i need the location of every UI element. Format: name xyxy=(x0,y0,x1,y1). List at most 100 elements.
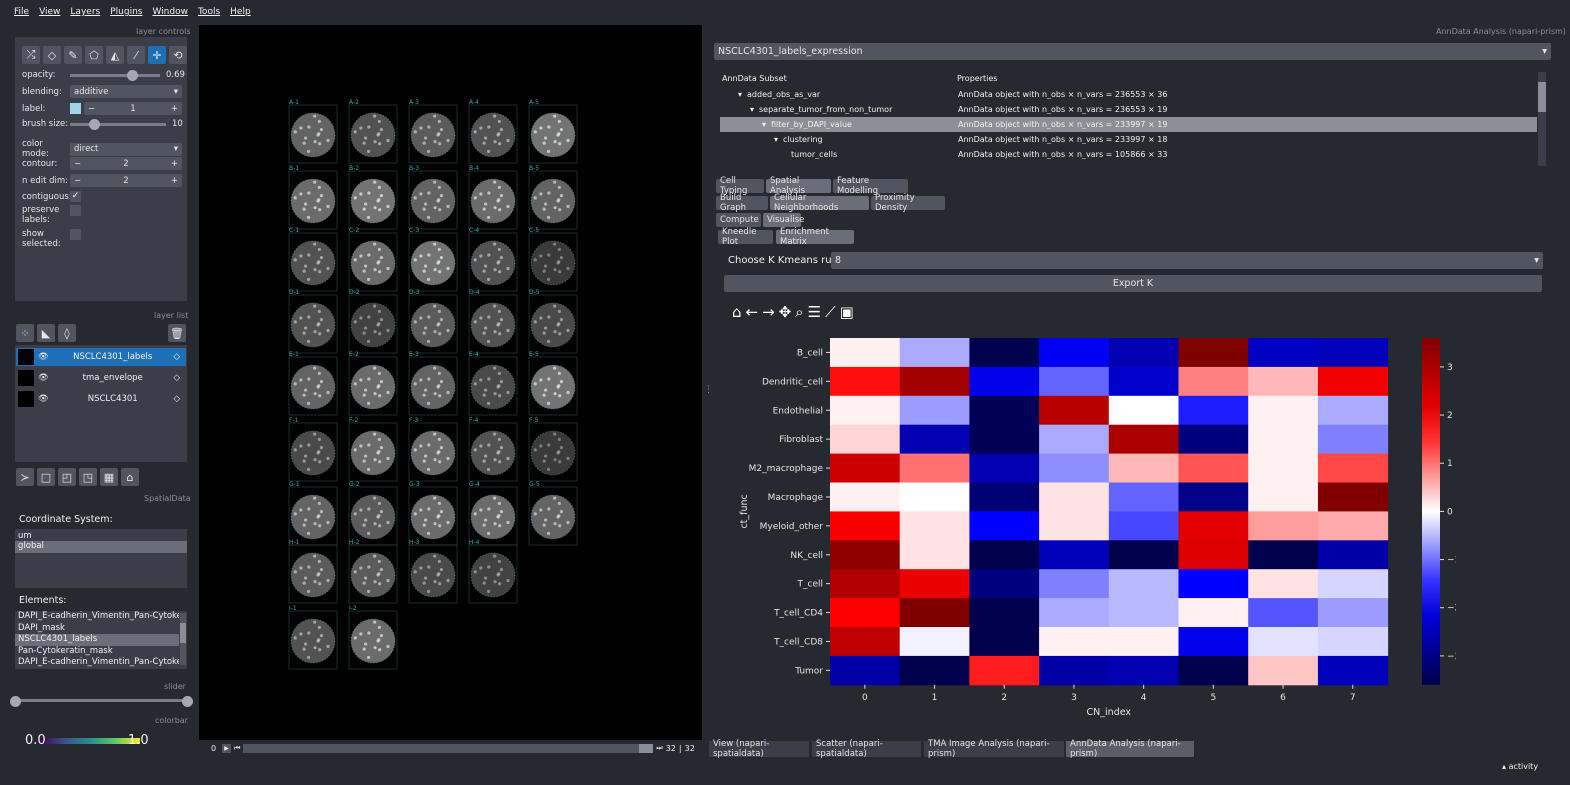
tissue-core[interactable]: A-4 xyxy=(468,99,518,164)
edit-axis-icon[interactable]: ⟋ xyxy=(825,303,836,321)
element-item[interactable]: DAPI_E-cadherin_Vimentin_Pan-Cytokerati xyxy=(15,657,179,669)
play-icon[interactable]: ▶ xyxy=(222,743,232,753)
opacity-slider[interactable] xyxy=(70,69,160,81)
back-icon[interactable]: ← xyxy=(746,303,759,321)
tab-item[interactable]: Spatial Analysis xyxy=(766,176,831,196)
menu-window[interactable]: Window xyxy=(152,7,188,17)
shuffle-colors-icon[interactable]: ⤮ xyxy=(22,46,40,64)
tissue-core[interactable]: F-3 xyxy=(408,417,458,482)
zoom-icon[interactable]: ⌕ xyxy=(795,303,803,321)
viewer-canvas[interactable]: A-1 A-2 A-3 A-4 A-5 B-1 B-2 B-3 B-4 B-5 C-1 C-2 C-3 C… xyxy=(199,25,702,740)
eye-icon[interactable]: 👁 xyxy=(38,394,52,404)
plus-icon[interactable]: + xyxy=(171,159,178,169)
bottom-dock-tab[interactable]: AnnData Analysis (napari-prism) xyxy=(1066,739,1194,759)
tree-row[interactable]: ▾ filter_by_DAPI_value AnnData object wit… xyxy=(720,117,1537,132)
tissue-core[interactable]: H-1 xyxy=(288,539,338,604)
slider-handle-right[interactable] xyxy=(182,696,193,707)
transpose-icon[interactable]: ◳ xyxy=(79,468,97,486)
layer-item[interactable]: 👁 tma_envelope ◇ xyxy=(16,369,186,387)
tissue-core[interactable]: E-2 xyxy=(348,351,398,416)
transform-icon[interactable]: ⟲ xyxy=(169,46,187,64)
home-icon[interactable]: ⌂ xyxy=(121,468,139,486)
expand-icon[interactable]: ▾ xyxy=(750,105,754,114)
forward-icon[interactable]: → xyxy=(762,303,775,321)
console-icon[interactable]: ≻ xyxy=(16,468,34,486)
element-item[interactable]: DAPI_E-cadherin_Vimentin_Pan-Cytokerati xyxy=(15,611,179,623)
tab-item[interactable]: Compute xyxy=(716,213,761,227)
roll-icon[interactable]: ◰ xyxy=(58,468,76,486)
status-activity[interactable]: ▴ activity xyxy=(1502,762,1538,771)
plus-icon[interactable]: + xyxy=(171,104,178,114)
tissue-core[interactable]: C-3 xyxy=(408,227,458,292)
coord-item-global[interactable]: global xyxy=(15,541,187,553)
skip-end-icon[interactable]: ⏭ xyxy=(656,744,662,753)
layer-item[interactable]: 👁 NSCLC4301_labels ◇ xyxy=(16,348,186,366)
pan-icon[interactable]: ✥ xyxy=(779,303,792,321)
tissue-core[interactable]: H-4 xyxy=(468,539,518,604)
plus-icon[interactable]: + xyxy=(171,176,178,186)
tree-row[interactable]: ▾ added_obs_as_var AnnData object with n_… xyxy=(720,87,1537,102)
tissue-core[interactable]: H-3 xyxy=(408,539,458,604)
tab-item[interactable]: Enrichment Matrix xyxy=(776,227,854,247)
picker-icon[interactable]: ⁄ xyxy=(127,46,145,64)
menu-view[interactable]: View xyxy=(39,7,60,17)
bottom-dock-tab[interactable]: Scatter (napari-spatialdata) xyxy=(812,739,921,759)
minus-icon[interactable]: − xyxy=(74,176,81,186)
tissue-core[interactable]: C-2 xyxy=(348,227,398,292)
minus-icon[interactable]: − xyxy=(74,159,81,169)
menu-plugins[interactable]: Plugins xyxy=(110,7,142,17)
eye-icon[interactable]: 👁 xyxy=(38,373,52,383)
tissue-core[interactable]: C-1 xyxy=(288,227,338,292)
tree-row[interactable]: tumor_cells AnnData object with n_obs × … xyxy=(720,147,1537,162)
tissue-core[interactable]: I-1 xyxy=(288,605,338,670)
tissue-core[interactable]: B-3 xyxy=(408,165,458,230)
tab-item[interactable]: Cell Typing xyxy=(716,176,764,196)
tissue-core[interactable]: A-2 xyxy=(348,99,398,164)
brush-slider[interactable] xyxy=(70,118,166,130)
layer-item[interactable]: 👁 NSCLC4301 ◇ xyxy=(16,390,186,408)
erase-icon[interactable]: ◇ xyxy=(43,46,61,64)
save-icon[interactable]: ▣ xyxy=(840,303,854,321)
dims-slider[interactable]: 0 ▶ ⏮ ⏭ 32 | 32 xyxy=(199,741,702,755)
tissue-core[interactable]: G-5 xyxy=(528,481,578,546)
tissue-core[interactable]: H-2 xyxy=(348,539,398,604)
label-spinbox[interactable]: − 1 + xyxy=(84,102,182,115)
bottom-dock-tab[interactable]: TMA Image Analysis (napari-prism) xyxy=(924,739,1064,759)
contour-spinbox[interactable]: − 2 + xyxy=(70,157,182,170)
tab-item[interactable]: Visualise xyxy=(763,213,804,227)
fill-icon[interactable]: ◭ xyxy=(106,46,124,64)
tab-item[interactable]: Feature Modelling xyxy=(833,176,908,196)
menu-layers[interactable]: Layers xyxy=(70,7,100,17)
tissue-core[interactable]: B-5 xyxy=(528,165,578,230)
tissue-core[interactable]: E-3 xyxy=(408,351,458,416)
tissue-core[interactable]: D-4 xyxy=(468,289,518,354)
bottom-dock-tab[interactable]: View (napari-spatialdata) xyxy=(709,739,809,759)
tissue-core[interactable]: G-4 xyxy=(468,481,518,546)
grid-icon[interactable]: ▦ xyxy=(100,468,118,486)
new-points-icon[interactable]: ⁘ xyxy=(16,324,34,342)
tissue-core[interactable]: F-1 xyxy=(288,417,338,482)
tissue-core[interactable]: C-4 xyxy=(468,227,518,292)
tissue-core[interactable]: G-1 xyxy=(288,481,338,546)
tab-item[interactable]: Build Graph xyxy=(716,193,768,213)
tissue-core[interactable]: E-4 xyxy=(468,351,518,416)
menu-tools[interactable]: Tools xyxy=(198,7,220,17)
ndisplay-icon[interactable]: □ xyxy=(37,468,55,486)
move-icon[interactable]: ✛ xyxy=(148,46,166,64)
delete-layer-icon[interactable]: 🗑 xyxy=(168,324,186,342)
tissue-core[interactable]: F-2 xyxy=(348,417,398,482)
element-item[interactable]: DAPI_mask xyxy=(15,623,179,635)
slider-handle-left[interactable] xyxy=(10,696,21,707)
tree-scrollbar[interactable] xyxy=(1538,72,1546,166)
opacity-handle[interactable] xyxy=(127,69,139,81)
tab-item[interactable]: Proximity Density xyxy=(871,193,945,213)
kmeans-select[interactable]: 8 ▾ xyxy=(831,252,1543,269)
tissue-core[interactable]: A-1 xyxy=(288,99,338,164)
show-selected-checkbox[interactable] xyxy=(70,229,81,240)
tissue-core[interactable]: F-5 xyxy=(528,417,578,482)
tissue-core[interactable]: C-5 xyxy=(528,227,578,292)
eye-icon[interactable]: 👁 xyxy=(38,352,52,362)
menu-help[interactable]: Help xyxy=(230,7,251,17)
contiguous-checkbox[interactable]: ✓ xyxy=(70,191,81,202)
expand-icon[interactable]: ▾ xyxy=(762,120,766,129)
